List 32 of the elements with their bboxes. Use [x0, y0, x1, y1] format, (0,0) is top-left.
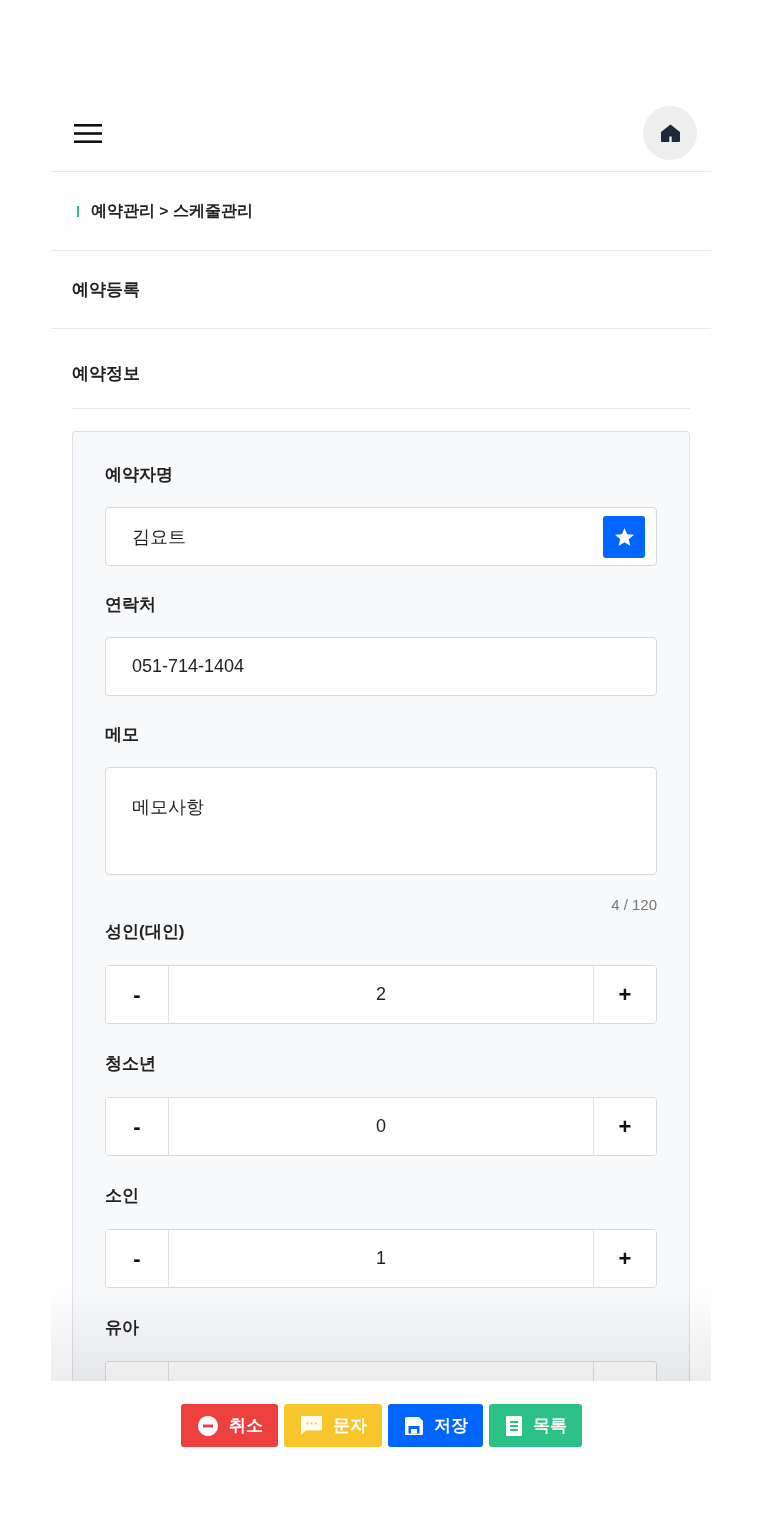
field-label: 예약자명 — [105, 464, 173, 486]
menu-icon[interactable] — [74, 123, 102, 143]
field-label: 유아 — [105, 1317, 139, 1339]
section-title: 예약정보 — [72, 363, 140, 385]
decrement-button[interactable]: - — [106, 966, 169, 1023]
char-counter: 4 / 120 — [611, 895, 657, 915]
field-label: 메모 — [105, 724, 139, 746]
textarea-field[interactable]: 메모사항 — [105, 767, 657, 875]
field-label: 청소년 — [105, 1053, 156, 1075]
field-label: 소인 — [105, 1185, 139, 1207]
home-icon — [660, 124, 680, 142]
cancel-button[interactable]: 취소 — [180, 1404, 278, 1447]
accent-bar-icon — [77, 205, 79, 217]
save-button[interactable]: 저장 — [387, 1404, 483, 1447]
quantity-field[interactable]: 1 — [169, 1230, 593, 1287]
document-icon — [505, 1415, 522, 1436]
input-field[interactable]: 051-714-1404 — [105, 637, 657, 696]
increment-button[interactable]: + — [593, 966, 656, 1023]
field-label: 성인(대인) — [105, 921, 185, 943]
quantity-field[interactable]: 2 — [169, 966, 593, 1023]
page-title: 예약등록 — [72, 279, 140, 301]
decrement-button[interactable]: - — [106, 1098, 169, 1155]
breadcrumb: 예약관리 > 스케줄관리 — [91, 200, 253, 221]
increment-button[interactable]: + — [593, 1230, 656, 1287]
decrement-button[interactable]: - — [106, 1230, 169, 1287]
field-label: 연락처 — [105, 594, 156, 616]
speech-bubble-icon — [300, 1416, 322, 1435]
star-button[interactable] — [603, 515, 645, 558]
star-icon — [614, 527, 634, 546]
input-field[interactable]: 김요트 — [105, 507, 657, 566]
increment-button[interactable]: + — [593, 1098, 656, 1155]
quantity-field[interactable]: 0 — [169, 1098, 593, 1155]
